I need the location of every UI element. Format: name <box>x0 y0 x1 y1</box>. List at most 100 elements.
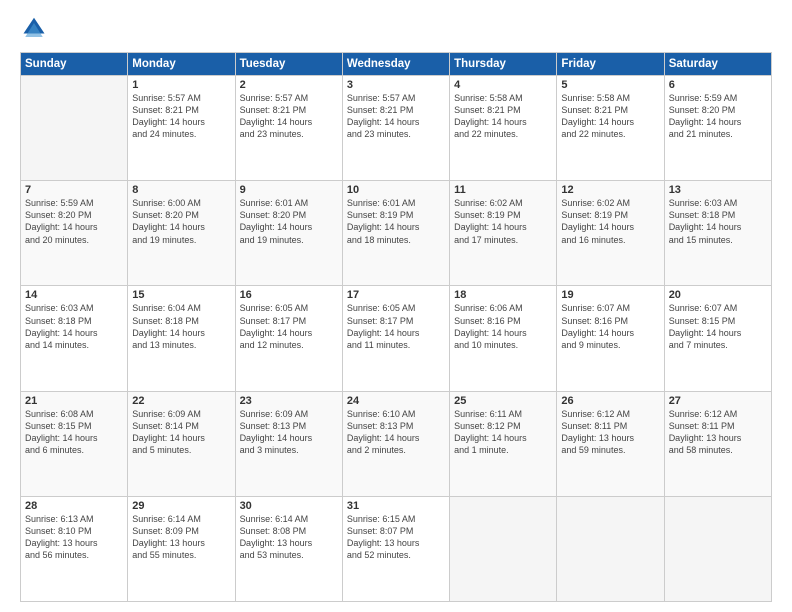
day-number: 11 <box>454 184 552 196</box>
calendar-cell: 27Sunrise: 6:12 AM Sunset: 8:11 PM Dayli… <box>664 391 771 496</box>
day-number: 4 <box>454 79 552 91</box>
calendar-week-5: 28Sunrise: 6:13 AM Sunset: 8:10 PM Dayli… <box>21 496 772 601</box>
calendar-cell: 22Sunrise: 6:09 AM Sunset: 8:14 PM Dayli… <box>128 391 235 496</box>
calendar-cell: 20Sunrise: 6:07 AM Sunset: 8:15 PM Dayli… <box>664 286 771 391</box>
day-info: Sunrise: 6:03 AM Sunset: 8:18 PM Dayligh… <box>669 197 767 246</box>
calendar-week-2: 7Sunrise: 5:59 AM Sunset: 8:20 PM Daylig… <box>21 181 772 286</box>
calendar-cell: 18Sunrise: 6:06 AM Sunset: 8:16 PM Dayli… <box>450 286 557 391</box>
calendar-cell: 9Sunrise: 6:01 AM Sunset: 8:20 PM Daylig… <box>235 181 342 286</box>
day-info: Sunrise: 6:02 AM Sunset: 8:19 PM Dayligh… <box>454 197 552 246</box>
day-header-saturday: Saturday <box>664 53 771 76</box>
day-info: Sunrise: 5:59 AM Sunset: 8:20 PM Dayligh… <box>25 197 123 246</box>
day-info: Sunrise: 5:57 AM Sunset: 8:21 PM Dayligh… <box>240 92 338 141</box>
day-info: Sunrise: 6:03 AM Sunset: 8:18 PM Dayligh… <box>25 302 123 351</box>
day-number: 12 <box>561 184 659 196</box>
day-number: 31 <box>347 500 445 512</box>
day-number: 30 <box>240 500 338 512</box>
calendar-cell: 13Sunrise: 6:03 AM Sunset: 8:18 PM Dayli… <box>664 181 771 286</box>
day-number: 8 <box>132 184 230 196</box>
day-number: 18 <box>454 289 552 301</box>
day-info: Sunrise: 5:57 AM Sunset: 8:21 PM Dayligh… <box>132 92 230 141</box>
day-number: 17 <box>347 289 445 301</box>
day-info: Sunrise: 6:11 AM Sunset: 8:12 PM Dayligh… <box>454 408 552 457</box>
day-number: 26 <box>561 395 659 407</box>
calendar-cell <box>664 496 771 601</box>
day-number: 20 <box>669 289 767 301</box>
day-number: 5 <box>561 79 659 91</box>
logo-icon <box>20 16 48 44</box>
day-number: 6 <box>669 79 767 91</box>
day-info: Sunrise: 6:02 AM Sunset: 8:19 PM Dayligh… <box>561 197 659 246</box>
day-info: Sunrise: 6:07 AM Sunset: 8:16 PM Dayligh… <box>561 302 659 351</box>
day-info: Sunrise: 6:09 AM Sunset: 8:14 PM Dayligh… <box>132 408 230 457</box>
day-number: 13 <box>669 184 767 196</box>
calendar-cell <box>557 496 664 601</box>
day-number: 15 <box>132 289 230 301</box>
calendar-cell: 16Sunrise: 6:05 AM Sunset: 8:17 PM Dayli… <box>235 286 342 391</box>
calendar-week-1: 1Sunrise: 5:57 AM Sunset: 8:21 PM Daylig… <box>21 76 772 181</box>
calendar-cell: 11Sunrise: 6:02 AM Sunset: 8:19 PM Dayli… <box>450 181 557 286</box>
calendar-cell: 15Sunrise: 6:04 AM Sunset: 8:18 PM Dayli… <box>128 286 235 391</box>
header <box>20 16 772 44</box>
day-info: Sunrise: 6:04 AM Sunset: 8:18 PM Dayligh… <box>132 302 230 351</box>
calendar-cell: 14Sunrise: 6:03 AM Sunset: 8:18 PM Dayli… <box>21 286 128 391</box>
day-info: Sunrise: 6:06 AM Sunset: 8:16 PM Dayligh… <box>454 302 552 351</box>
day-number: 16 <box>240 289 338 301</box>
calendar-table: SundayMondayTuesdayWednesdayThursdayFrid… <box>20 52 772 602</box>
day-number: 3 <box>347 79 445 91</box>
day-info: Sunrise: 6:15 AM Sunset: 8:07 PM Dayligh… <box>347 513 445 562</box>
day-number: 24 <box>347 395 445 407</box>
day-info: Sunrise: 5:59 AM Sunset: 8:20 PM Dayligh… <box>669 92 767 141</box>
day-number: 23 <box>240 395 338 407</box>
calendar-cell: 23Sunrise: 6:09 AM Sunset: 8:13 PM Dayli… <box>235 391 342 496</box>
calendar-cell: 12Sunrise: 6:02 AM Sunset: 8:19 PM Dayli… <box>557 181 664 286</box>
calendar-cell: 5Sunrise: 5:58 AM Sunset: 8:21 PM Daylig… <box>557 76 664 181</box>
day-number: 25 <box>454 395 552 407</box>
calendar-cell: 26Sunrise: 6:12 AM Sunset: 8:11 PM Dayli… <box>557 391 664 496</box>
day-info: Sunrise: 6:01 AM Sunset: 8:20 PM Dayligh… <box>240 197 338 246</box>
day-info: Sunrise: 6:12 AM Sunset: 8:11 PM Dayligh… <box>561 408 659 457</box>
day-number: 2 <box>240 79 338 91</box>
calendar-cell: 7Sunrise: 5:59 AM Sunset: 8:20 PM Daylig… <box>21 181 128 286</box>
calendar-header-row: SundayMondayTuesdayWednesdayThursdayFrid… <box>21 53 772 76</box>
calendar-cell: 10Sunrise: 6:01 AM Sunset: 8:19 PM Dayli… <box>342 181 449 286</box>
day-header-thursday: Thursday <box>450 53 557 76</box>
day-info: Sunrise: 6:09 AM Sunset: 8:13 PM Dayligh… <box>240 408 338 457</box>
day-info: Sunrise: 6:12 AM Sunset: 8:11 PM Dayligh… <box>669 408 767 457</box>
calendar-cell: 19Sunrise: 6:07 AM Sunset: 8:16 PM Dayli… <box>557 286 664 391</box>
calendar-cell: 21Sunrise: 6:08 AM Sunset: 8:15 PM Dayli… <box>21 391 128 496</box>
calendar-cell <box>21 76 128 181</box>
day-header-friday: Friday <box>557 53 664 76</box>
day-info: Sunrise: 6:14 AM Sunset: 8:08 PM Dayligh… <box>240 513 338 562</box>
calendar-cell: 3Sunrise: 5:57 AM Sunset: 8:21 PM Daylig… <box>342 76 449 181</box>
day-info: Sunrise: 6:13 AM Sunset: 8:10 PM Dayligh… <box>25 513 123 562</box>
day-info: Sunrise: 6:08 AM Sunset: 8:15 PM Dayligh… <box>25 408 123 457</box>
calendar-cell: 25Sunrise: 6:11 AM Sunset: 8:12 PM Dayli… <box>450 391 557 496</box>
day-info: Sunrise: 6:10 AM Sunset: 8:13 PM Dayligh… <box>347 408 445 457</box>
calendar-cell: 30Sunrise: 6:14 AM Sunset: 8:08 PM Dayli… <box>235 496 342 601</box>
day-info: Sunrise: 5:57 AM Sunset: 8:21 PM Dayligh… <box>347 92 445 141</box>
day-number: 19 <box>561 289 659 301</box>
day-header-sunday: Sunday <box>21 53 128 76</box>
calendar-week-4: 21Sunrise: 6:08 AM Sunset: 8:15 PM Dayli… <box>21 391 772 496</box>
day-number: 10 <box>347 184 445 196</box>
calendar-week-3: 14Sunrise: 6:03 AM Sunset: 8:18 PM Dayli… <box>21 286 772 391</box>
calendar-cell: 28Sunrise: 6:13 AM Sunset: 8:10 PM Dayli… <box>21 496 128 601</box>
day-number: 22 <box>132 395 230 407</box>
calendar-cell: 29Sunrise: 6:14 AM Sunset: 8:09 PM Dayli… <box>128 496 235 601</box>
day-number: 14 <box>25 289 123 301</box>
calendar-cell: 4Sunrise: 5:58 AM Sunset: 8:21 PM Daylig… <box>450 76 557 181</box>
day-info: Sunrise: 6:05 AM Sunset: 8:17 PM Dayligh… <box>240 302 338 351</box>
day-number: 27 <box>669 395 767 407</box>
day-info: Sunrise: 6:14 AM Sunset: 8:09 PM Dayligh… <box>132 513 230 562</box>
day-number: 29 <box>132 500 230 512</box>
day-header-tuesday: Tuesday <box>235 53 342 76</box>
day-number: 28 <box>25 500 123 512</box>
calendar-cell: 6Sunrise: 5:59 AM Sunset: 8:20 PM Daylig… <box>664 76 771 181</box>
calendar-cell: 24Sunrise: 6:10 AM Sunset: 8:13 PM Dayli… <box>342 391 449 496</box>
calendar-cell <box>450 496 557 601</box>
logo <box>20 16 52 44</box>
page: SundayMondayTuesdayWednesdayThursdayFrid… <box>0 0 792 612</box>
day-number: 21 <box>25 395 123 407</box>
day-number: 1 <box>132 79 230 91</box>
